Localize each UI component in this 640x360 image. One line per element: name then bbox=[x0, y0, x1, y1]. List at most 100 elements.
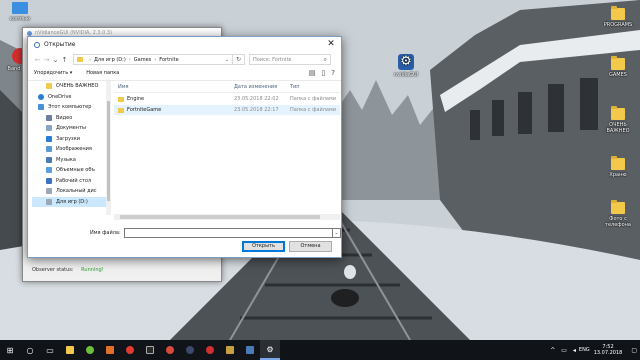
picture-icon bbox=[46, 146, 52, 153]
folder-icon[interactable] bbox=[220, 340, 240, 360]
notification-icon[interactable]: ▢ bbox=[631, 347, 637, 354]
dialog-titlebar[interactable]: Открытие ✕ bbox=[28, 37, 341, 52]
nav-item-label: Объемные объ bbox=[56, 167, 95, 174]
column-header-name[interactable]: Имя bbox=[114, 84, 234, 90]
volume-icon[interactable]: ◂ bbox=[573, 347, 576, 354]
filename-input[interactable] bbox=[123, 228, 334, 238]
navigation-pane: ОЧЕНЬ ВАЖНЕО OneDrive Этот компьютер Вид… bbox=[32, 81, 106, 223]
desktop-icon-programs[interactable]: PROGRAMS bbox=[598, 6, 638, 28]
windows-start-icon[interactable]: ⊞ bbox=[0, 340, 20, 360]
up-arrow-icon[interactable]: ↑ bbox=[60, 56, 69, 64]
nav-item-label: Рабочий стол bbox=[56, 177, 92, 184]
cloud-icon bbox=[38, 93, 44, 100]
bandicam-icon[interactable] bbox=[200, 340, 220, 360]
nav-item-this-pc[interactable]: Этот компьютер bbox=[32, 102, 106, 113]
cancel-button[interactable]: Отмена bbox=[289, 241, 332, 252]
address-bar[interactable]: › Для игр (D:) › Games › Fortnite ⌄ bbox=[73, 54, 233, 65]
music-icon bbox=[46, 156, 52, 163]
horizontal-scrollbar[interactable] bbox=[114, 214, 340, 220]
desktop-icon-phone-photos[interactable]: Фото с телефона bbox=[598, 200, 638, 228]
search-placeholder: Поиск: Fortnite bbox=[253, 56, 292, 63]
task-view-icon[interactable]: ▭ bbox=[40, 340, 60, 360]
scrollbar-thumb[interactable] bbox=[120, 215, 320, 219]
drive-icon bbox=[46, 198, 52, 205]
nav-item-music[interactable]: Музыка bbox=[32, 155, 106, 166]
forward-arrow-icon[interactable]: → bbox=[42, 56, 51, 64]
folder-icon[interactable] bbox=[60, 340, 80, 360]
desktop-icon bbox=[46, 177, 52, 184]
computer-icon bbox=[12, 2, 28, 14]
nav-item-label: ОЧЕНЬ ВАЖНЕО bbox=[56, 83, 99, 90]
desktop-icon-games[interactable]: GAMES bbox=[598, 56, 638, 78]
breadcrumb-separator-icon: › bbox=[89, 56, 91, 63]
paint-icon[interactable] bbox=[100, 340, 120, 360]
steam-icon[interactable] bbox=[180, 340, 200, 360]
nav-item-3d-objects[interactable]: Объемные объ bbox=[32, 165, 106, 176]
chrome-icon[interactable] bbox=[160, 340, 180, 360]
search-input[interactable]: Поиск: Fortnite ⌕ bbox=[249, 54, 331, 65]
nav-item-important[interactable]: ОЧЕНЬ ВАЖНЕО bbox=[32, 81, 106, 92]
help-icon[interactable]: ? bbox=[331, 69, 335, 77]
nvidiagui-taskbar-icon[interactable]: ⚙ bbox=[260, 340, 280, 360]
nav-item-onedrive[interactable]: OneDrive bbox=[32, 92, 106, 103]
utorrent-icon[interactable] bbox=[80, 340, 100, 360]
language-indicator[interactable]: ENG bbox=[579, 347, 590, 353]
desktop-icon-nvidiagui[interactable]: ⚙ nvidiaGUI bbox=[386, 54, 426, 78]
app-icon bbox=[34, 41, 40, 48]
organize-button[interactable]: Упорядочить ▾ bbox=[34, 70, 72, 76]
recent-chevron-icon[interactable]: ⌄ bbox=[51, 56, 60, 64]
network-icon[interactable]: ▭ bbox=[561, 347, 567, 354]
folder-icon bbox=[611, 200, 625, 214]
folder-icon bbox=[611, 6, 625, 20]
view-options-icon[interactable]: ▤ bbox=[309, 69, 316, 77]
observer-status-label: Observer status: bbox=[32, 267, 74, 273]
video-icon bbox=[46, 114, 52, 121]
yandex-browser-icon[interactable] bbox=[120, 340, 140, 360]
back-arrow-icon[interactable]: ← bbox=[33, 56, 42, 64]
nav-item-label: Музыка bbox=[56, 156, 76, 163]
browser-panes: ОЧЕНЬ ВАЖНЕО OneDrive Этот компьютер Вид… bbox=[28, 80, 341, 222]
nav-scrollbar[interactable] bbox=[106, 81, 111, 215]
refresh-icon[interactable]: ↻ bbox=[233, 54, 245, 65]
chevron-up-icon[interactable]: ^ bbox=[550, 347, 555, 354]
clock[interactable]: 7:52 13.07.2018 bbox=[594, 344, 623, 356]
nav-item-local-disk[interactable]: Локальный дис bbox=[32, 186, 106, 197]
open-button[interactable]: Открыть bbox=[242, 241, 285, 252]
monitor-icon[interactable] bbox=[240, 340, 260, 360]
nav-item-videos[interactable]: Видео bbox=[32, 113, 106, 124]
nav-item-games-drive[interactable]: Для игр (D:) bbox=[32, 196, 106, 207]
breadcrumb-item[interactable]: Для игр (D:) bbox=[94, 57, 126, 63]
desktop-icon-label: GAMES bbox=[609, 72, 627, 78]
file-row[interactable]: Engine 23.05.2018 22:02 Папка с файлами bbox=[114, 94, 340, 104]
nav-item-documents[interactable]: Документы bbox=[32, 123, 106, 134]
taskbar: ⊞ ○ ▭ ⚙ ^ ▭ ◂ ENG 7:52 13.07.2018 ▢ bbox=[0, 340, 640, 360]
breadcrumb-separator-icon: › bbox=[128, 56, 131, 63]
desktop-icon-recycle-bin[interactable]: компью bbox=[0, 2, 40, 22]
chevron-down-icon[interactable]: ⌄ bbox=[333, 228, 341, 238]
breadcrumb-item[interactable]: Fortnite bbox=[159, 57, 178, 63]
nav-item-desktop[interactable]: Рабочий стол bbox=[32, 176, 106, 187]
chevron-down-icon[interactable]: ⌄ bbox=[225, 57, 229, 63]
desktop-icon-important[interactable]: ОЧЕНЬ ВАЖНЕО bbox=[598, 106, 638, 134]
nav-item-pictures[interactable]: Изображения bbox=[32, 144, 106, 155]
search-icon[interactable]: ○ bbox=[20, 340, 40, 360]
nav-item-label: Для игр (D:) bbox=[56, 198, 88, 205]
scrollbar-thumb[interactable] bbox=[107, 101, 110, 201]
observer-status: Observer status: Running! bbox=[32, 267, 104, 273]
nav-item-label: Изображения bbox=[56, 146, 92, 153]
filename-label: Имя файла: bbox=[90, 230, 121, 236]
close-icon[interactable]: ✕ bbox=[321, 37, 341, 52]
column-header-date[interactable]: Дата изменения bbox=[234, 84, 290, 90]
breadcrumb-item[interactable]: Games bbox=[134, 57, 152, 63]
file-row[interactable]: FortniteGame 23.05.2018 22:17 Папка с фа… bbox=[114, 105, 340, 115]
desktop-icon-storage[interactable]: Храню bbox=[598, 156, 638, 178]
epic-games-icon[interactable] bbox=[140, 340, 160, 360]
cube-icon bbox=[46, 167, 52, 174]
column-header-type[interactable]: Тип bbox=[290, 84, 340, 90]
nav-item-label: OneDrive bbox=[48, 93, 72, 100]
file-list: Имя Дата изменения Тип Engine 23.05.2018… bbox=[114, 81, 340, 223]
document-icon bbox=[46, 125, 52, 132]
preview-pane-icon[interactable]: ▯ bbox=[321, 69, 325, 77]
new-folder-button[interactable]: Новая папка bbox=[86, 70, 119, 76]
nav-item-downloads[interactable]: Загрузки bbox=[32, 134, 106, 145]
